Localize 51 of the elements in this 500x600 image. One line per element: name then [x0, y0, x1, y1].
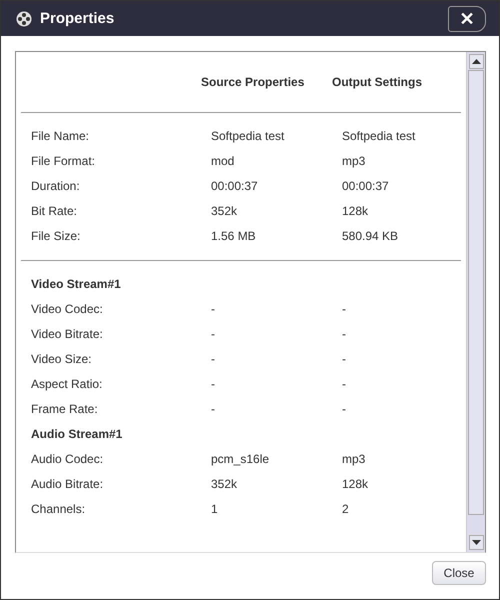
output-value: 00:00:37 — [342, 178, 390, 192]
output-value: - — [342, 326, 347, 340]
column-header: Output Settings — [332, 75, 423, 89]
scroll-thumb[interactable] — [468, 70, 484, 515]
output-value: mp3 — [342, 154, 366, 168]
output-value: - — [342, 352, 347, 366]
output-value: 2 — [342, 502, 350, 516]
source-value: 00:00:37 — [211, 178, 259, 192]
output-value: 128k — [342, 476, 370, 490]
property-label: Audio Bitrate: — [31, 476, 104, 490]
source-value: 352k — [211, 204, 238, 218]
film-reel-icon — [16, 10, 32, 26]
source-value: mod — [211, 154, 236, 168]
property-label: Video Bitrate: — [31, 326, 104, 340]
output-value: mp3 — [342, 452, 366, 466]
source-value: - — [211, 402, 216, 416]
property-label: Video Codec: — [31, 302, 104, 316]
column-header: Source Properties — [201, 75, 306, 89]
output-value: - — [342, 402, 347, 416]
close-button[interactable]: Close — [432, 561, 486, 585]
scrollbar[interactable] — [466, 52, 485, 552]
property-label: File Name: — [31, 128, 90, 142]
source-value: 352k — [211, 476, 238, 490]
property-label: Frame Rate: — [31, 402, 99, 416]
property-label: File Size: — [31, 228, 82, 242]
source-value: - — [211, 302, 216, 316]
scroll-down-icon[interactable] — [468, 535, 484, 550]
output-value: - — [342, 376, 347, 390]
source-value: pcm_s16le — [211, 452, 270, 466]
property-label: Video Size: — [31, 352, 92, 366]
property-label: File Format: — [31, 154, 96, 168]
source-value: 1.56 MB — [211, 228, 257, 242]
source-value: - — [211, 352, 216, 366]
source-value: 1 — [211, 502, 219, 516]
property-label: Channels: — [31, 502, 86, 516]
source-value: Softpedia test — [211, 128, 286, 142]
property-label: Aspect Ratio: — [31, 376, 104, 390]
property-label: Bit Rate: — [31, 204, 78, 218]
section-heading: Audio Stream#1 — [31, 426, 124, 440]
scroll-up-icon[interactable] — [468, 54, 484, 69]
output-value: 580.94 KB — [342, 228, 400, 242]
output-value: 128k — [342, 204, 370, 218]
close-button[interactable]: ✕ — [448, 6, 486, 32]
source-value: - — [211, 326, 216, 340]
source-value: - — [211, 376, 216, 390]
output-value: - — [342, 302, 347, 316]
window-title: Properties — [40, 10, 116, 27]
output-value: Softpedia test — [342, 128, 416, 142]
property-label: Audio Codec: — [31, 452, 104, 466]
section-heading: Video Stream#1 — [31, 276, 122, 290]
property-label: Duration: — [31, 178, 81, 192]
